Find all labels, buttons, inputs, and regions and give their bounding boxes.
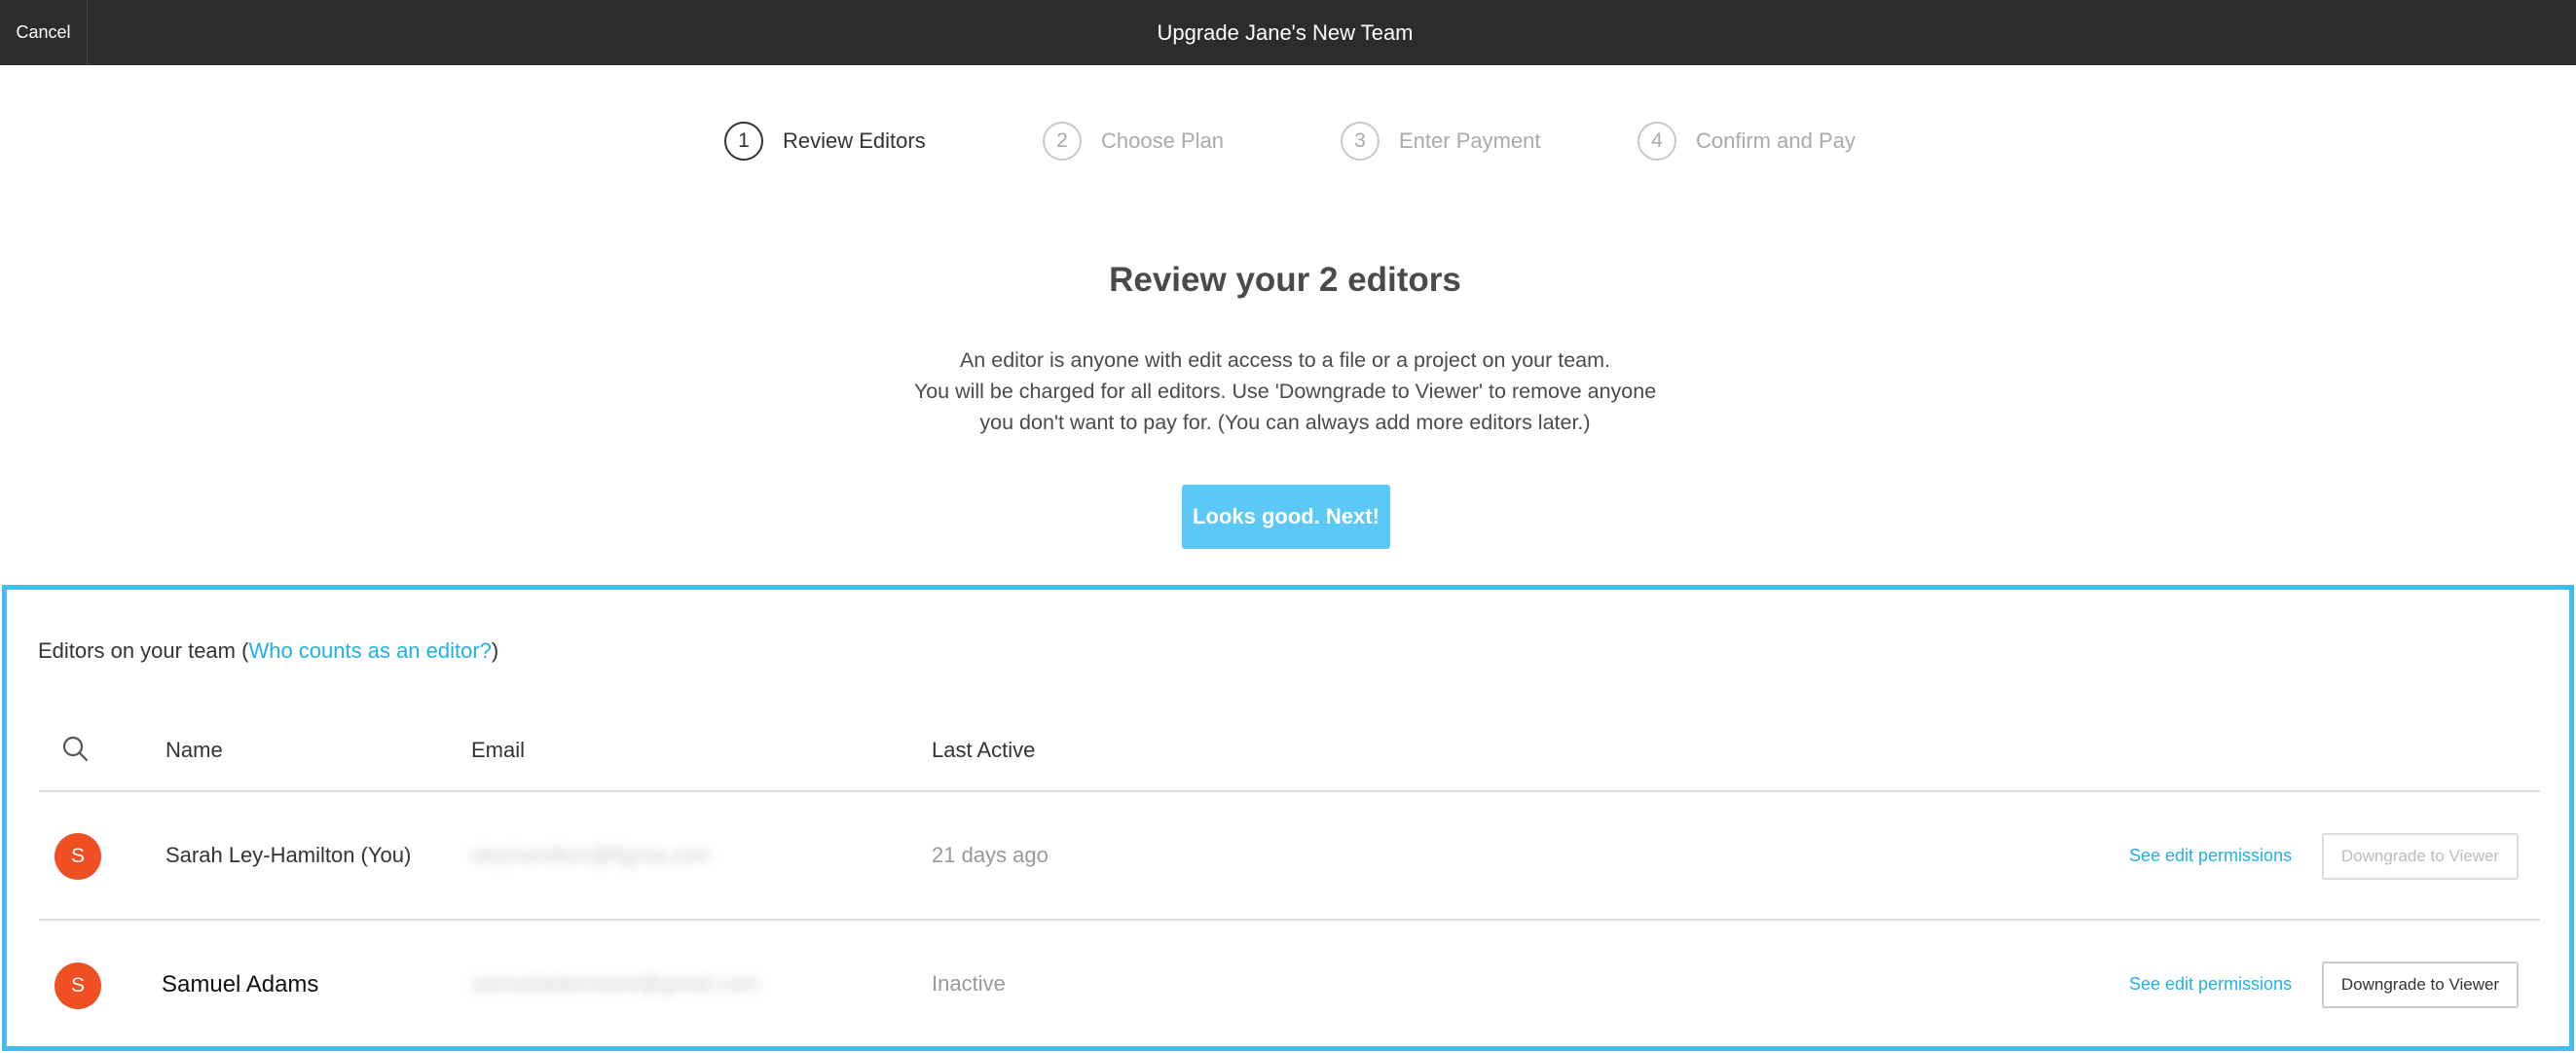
description-line: You will be charged for all editors. Use…: [913, 380, 1657, 403]
avatar: S: [55, 962, 101, 1009]
step-confirm-and-pay: 4 Confirm and Pay: [1638, 121, 1856, 162]
downgrade-to-viewer-button[interactable]: Downgrade to Viewer: [2322, 962, 2519, 1008]
editor-last-active: Inactive: [932, 971, 1006, 996]
divider: [39, 790, 2540, 792]
step-number: 2: [1043, 122, 1082, 161]
column-header-name[interactable]: Name: [166, 738, 223, 763]
step-label: Review Editors: [783, 128, 926, 153]
editor-email: samueladamstest@gmail.com: [471, 971, 758, 996]
step-number: 3: [1341, 122, 1380, 161]
step-label: Choose Plan: [1101, 128, 1224, 153]
description-line: you don't want to pay for. (You can alwa…: [979, 411, 1591, 434]
step-review-editors: 1 Review Editors: [724, 121, 926, 162]
top-bar: Cancel Upgrade Jane's New Team: [0, 0, 2576, 65]
title-suffix: ): [491, 638, 499, 663]
editors-panel-title: Editors on your team (Who counts as an e…: [38, 638, 498, 664]
divider: [39, 919, 2540, 921]
editor-email: sleyhamilton@figma.com: [471, 843, 712, 867]
column-header-email[interactable]: Email: [471, 738, 525, 763]
step-enter-payment: 3 Enter Payment: [1341, 121, 1541, 162]
step-number: 1: [724, 122, 763, 161]
description-line: An editor is anyone with edit access to …: [959, 348, 1611, 372]
editor-last-active: 21 days ago: [932, 843, 1049, 867]
step-label: Confirm and Pay: [1696, 128, 1856, 153]
cancel-button[interactable]: Cancel: [0, 0, 88, 65]
column-header-last-active[interactable]: Last Active: [932, 738, 1035, 763]
review-description: An editor is anyone with edit access to …: [0, 345, 2570, 438]
editor-name: Samuel Adams: [162, 971, 319, 998]
next-button[interactable]: Looks good. Next!: [1182, 485, 1390, 549]
who-counts-link[interactable]: Who counts as an editor?: [248, 638, 491, 663]
title-prefix: Editors on your team (: [38, 638, 249, 663]
editors-panel: Editors on your team (Who counts as an e…: [2, 585, 2574, 1051]
step-choose-plan: 2 Choose Plan: [1043, 121, 1224, 162]
page-title: Upgrade Jane's New Team: [1157, 19, 1414, 45]
see-edit-permissions-link[interactable]: See edit permissions: [2129, 974, 2292, 995]
see-edit-permissions-link[interactable]: See edit permissions: [2129, 846, 2292, 866]
review-heading: Review your 2 editors: [1109, 261, 1461, 299]
avatar: S: [55, 833, 101, 880]
downgrade-to-viewer-button[interactable]: Downgrade to Viewer: [2322, 833, 2519, 880]
search-icon[interactable]: [60, 734, 92, 765]
editor-name: Sarah Ley-Hamilton (You): [166, 843, 412, 867]
step-number: 4: [1638, 122, 1676, 161]
step-label: Enter Payment: [1399, 128, 1541, 153]
